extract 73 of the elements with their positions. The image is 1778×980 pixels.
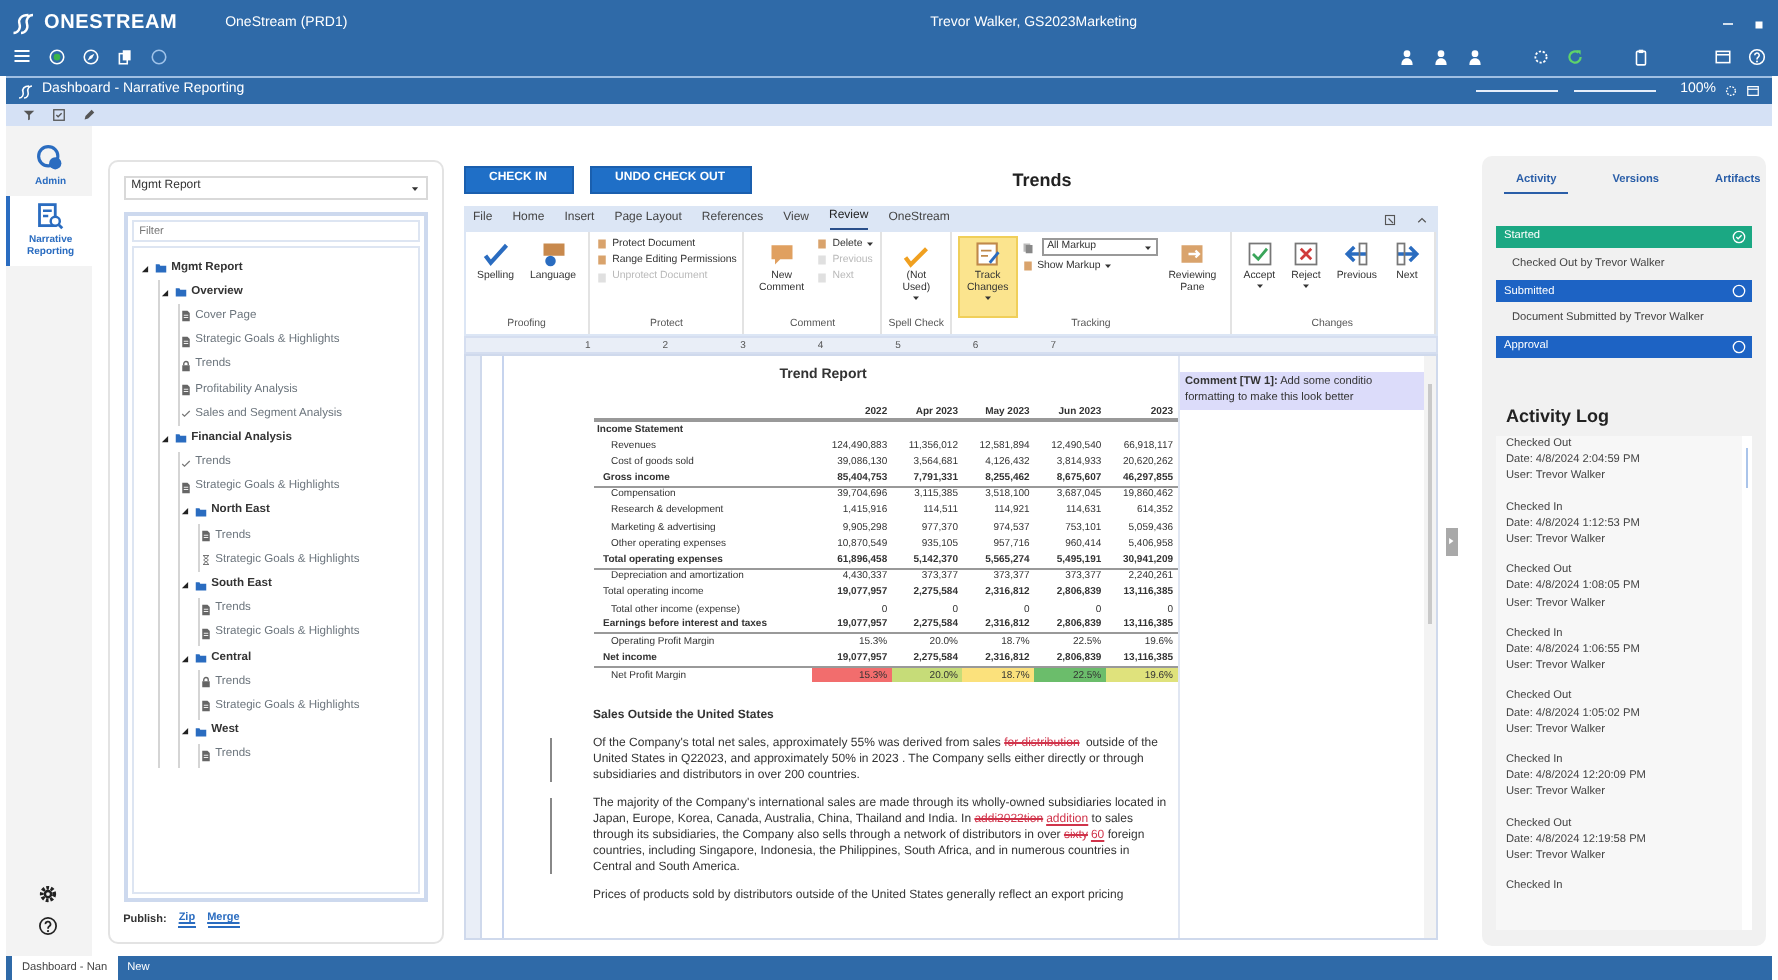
comment-icon [767, 240, 796, 268]
expander-icon[interactable] [179, 580, 190, 591]
lock-icon [179, 359, 192, 372]
accept-icon [1245, 240, 1274, 268]
filter-icon[interactable] [22, 108, 36, 122]
logo-icon [12, 12, 36, 36]
spell-check-icon [481, 240, 510, 268]
user-icon[interactable] [1398, 47, 1416, 65]
report-search-icon [36, 202, 65, 230]
document-icon [199, 749, 212, 762]
document-icon [199, 603, 212, 616]
maximize-icon[interactable] [1752, 17, 1766, 31]
copy-icon[interactable] [116, 47, 134, 65]
arrow-icon [1446, 536, 1457, 546]
circle-icon[interactable] [150, 47, 168, 65]
help-icon[interactable] [38, 916, 59, 936]
expander-icon[interactable] [139, 263, 150, 274]
dialog-launcher-icon[interactable] [1383, 213, 1396, 225]
expander-icon[interactable] [179, 506, 190, 517]
document-icon [199, 627, 212, 640]
pencil-icon[interactable] [82, 108, 96, 122]
folder-icon [173, 432, 188, 445]
expander-icon[interactable] [179, 726, 190, 737]
sync-icon[interactable] [1532, 47, 1550, 65]
reject-icon [1291, 240, 1320, 268]
document-icon [199, 700, 212, 713]
document-title: Trends [1012, 169, 1072, 191]
collapse-icon[interactable] [1415, 213, 1428, 225]
user-icon[interactable] [1432, 47, 1450, 65]
admin-icon [36, 144, 65, 172]
settings-icon[interactable] [38, 884, 59, 904]
markup-icon [1021, 241, 1034, 253]
log-title: Activity Log [1506, 406, 1612, 428]
logo-text: ONESTREAM [44, 12, 178, 36]
track-changes-icon [973, 240, 1002, 268]
menu-icon[interactable] [12, 46, 32, 66]
caret-icon [1143, 243, 1152, 251]
collapse-handle[interactable] [1445, 527, 1458, 555]
lock-icon [199, 676, 212, 689]
document-icon [179, 310, 192, 323]
language-icon [539, 240, 568, 268]
logo-icon [18, 83, 34, 99]
circle-icon [1732, 340, 1746, 355]
check-icon [179, 457, 192, 470]
window-icon[interactable] [1714, 47, 1732, 65]
folder-icon [193, 652, 208, 665]
compass-icon[interactable] [82, 47, 100, 65]
check-icon [179, 408, 192, 421]
window-icon[interactable] [1746, 84, 1760, 98]
hourglass-icon [199, 554, 212, 567]
clipboard-icon[interactable] [1632, 47, 1650, 65]
document-icon [179, 335, 192, 348]
status-circle-icon[interactable] [48, 47, 66, 65]
folder-icon [193, 579, 208, 592]
document-icon [179, 481, 192, 494]
button-icon [1021, 260, 1034, 273]
document-icon [199, 530, 212, 543]
document-icon [179, 384, 192, 397]
scrollbar[interactable] [1742, 435, 1752, 930]
folder-icon [193, 505, 208, 518]
pane-icon [1178, 240, 1207, 268]
circle-icon [1732, 284, 1746, 299]
previous-icon [1342, 240, 1371, 268]
scrollbar[interactable] [1423, 356, 1436, 938]
expander-icon[interactable] [179, 653, 190, 664]
caret-icon [409, 183, 420, 193]
check-circle-icon [1732, 229, 1746, 244]
checkbox-icon[interactable] [52, 108, 66, 122]
expander-icon[interactable] [159, 433, 170, 444]
next-icon [1393, 240, 1422, 268]
expander-icon[interactable] [159, 287, 170, 298]
folder-icon [193, 725, 208, 738]
user-icon[interactable] [1466, 47, 1484, 65]
